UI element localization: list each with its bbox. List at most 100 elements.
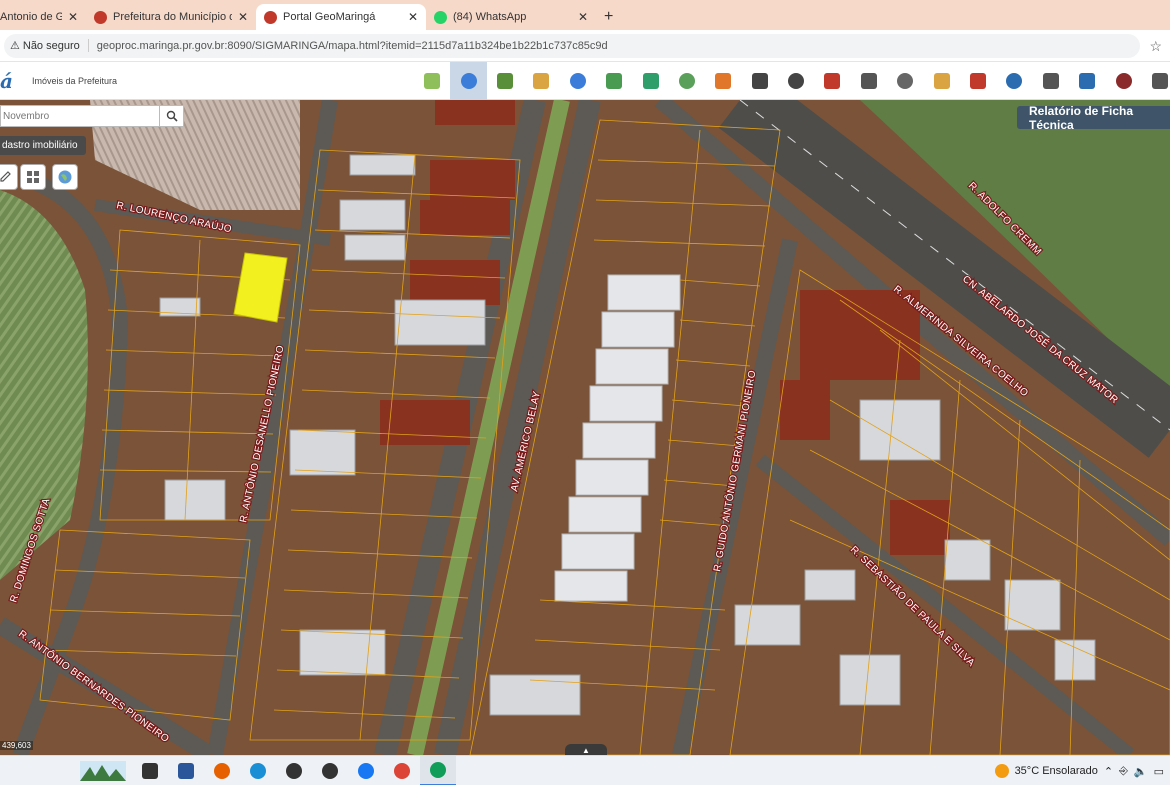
- close-icon[interactable]: ✕: [578, 10, 588, 24]
- address-bar: ⚠ Não seguro geoproc.maringa.pr.gov.br:8…: [0, 30, 1170, 62]
- globe-icon: [58, 170, 72, 184]
- search-icon: [166, 110, 178, 122]
- car-icon: [1006, 73, 1023, 89]
- puzzle-icon: [678, 73, 695, 89]
- aerial-map[interactable]: R. LOURENÇO ARAÚJO R. ANTÔNIO DESANELLO …: [0, 100, 1170, 755]
- network-icon[interactable]: ⎆: [1119, 765, 1128, 778]
- taskbar-button-word[interactable]: [168, 756, 204, 785]
- taskbar-button-task-view[interactable]: [132, 756, 168, 785]
- ruler-icon: [933, 73, 950, 89]
- close-icon[interactable]: ✕: [238, 10, 248, 24]
- weather-icon[interactable]: [994, 764, 1009, 778]
- globe-icon: [642, 73, 659, 89]
- app-toolbar: á Imóveis da Prefeitura: [0, 62, 1170, 100]
- app-logo: á: [0, 68, 13, 93]
- tool-button-pin[interactable]: [814, 62, 850, 100]
- binoculars-icon: [751, 73, 768, 89]
- landscape-widget-icon[interactable]: [80, 761, 126, 781]
- tool-button-binoculars-alt[interactable]: [778, 62, 814, 100]
- app-subtitle: Imóveis da Prefeitura: [32, 75, 118, 86]
- taskbar-button-chrome-profile[interactable]: [420, 756, 456, 785]
- globe-button[interactable]: [52, 164, 78, 190]
- bookmark-star-icon[interactable]: ☆: [1149, 38, 1162, 55]
- volume-icon[interactable]: 🔈: [1134, 765, 1148, 778]
- book-open-icon: [1115, 73, 1132, 89]
- taskbar-button-store[interactable]: [276, 756, 312, 785]
- tool-button-book[interactable]: [596, 62, 632, 100]
- tab-portal-geomaringa[interactable]: Portal GeoMaringá ✕: [256, 4, 426, 30]
- tool-button-expand[interactable]: [1142, 62, 1170, 100]
- layer-label[interactable]: dastro imobiliário: [0, 136, 86, 155]
- taskbar-button-mail[interactable]: [312, 756, 348, 785]
- windows-taskbar: 35°C Ensolarado ⌃ ⎆ 🔈 ▭: [0, 755, 1170, 785]
- chevron-up-icon: ▲: [582, 745, 590, 755]
- map-search: [0, 105, 184, 127]
- expand-icon: [1152, 73, 1168, 89]
- grid-icon: [27, 171, 39, 183]
- edit-tool-button[interactable]: [0, 164, 18, 190]
- weather-text[interactable]: 35°C Ensolarado: [1015, 765, 1098, 777]
- map-view[interactable]: R. LOURENÇO ARAÚJO R. ANTÔNIO DESANELLO …: [0, 100, 1170, 755]
- edge-icon: [250, 763, 266, 779]
- tool-button-people[interactable]: [960, 62, 996, 100]
- prefeitura-favicon-icon: [94, 10, 107, 24]
- layers-icon: [496, 73, 513, 89]
- report-technical-sheet-button[interactable]: Relatório de Ficha Técnica: [1017, 104, 1170, 132]
- close-icon[interactable]: ✕: [68, 10, 78, 24]
- tool-button-search[interactable]: [450, 62, 487, 100]
- search-button[interactable]: [159, 106, 183, 126]
- search-input[interactable]: [1, 106, 159, 126]
- tool-button-draw[interactable]: [523, 62, 559, 100]
- system-tray: 35°C Ensolarado ⌃ ⎆ 🔈 ▭: [994, 756, 1164, 785]
- list-icon: [860, 73, 877, 89]
- tab-title: (84) WhatsApp: [453, 11, 527, 23]
- security-indicator[interactable]: ⚠ Não seguro: [10, 39, 89, 52]
- tool-button-print[interactable]: [1033, 62, 1069, 100]
- tab-title: Prefeitura do Município de Ma: [113, 11, 232, 23]
- tool-button-layers[interactable]: [487, 62, 523, 100]
- tool-button-ruler[interactable]: [923, 62, 959, 100]
- omnibox[interactable]: ⚠ Não seguro geoproc.maringa.pr.gov.br:8…: [4, 33, 1140, 58]
- tab-title: Portal GeoMaringá: [283, 11, 376, 23]
- coordinate-readout: 439,603: [0, 741, 33, 750]
- taskbar-button-firefox[interactable]: [204, 756, 240, 785]
- firefox-icon: [214, 763, 230, 779]
- mail-icon: [322, 763, 338, 779]
- taskbar-button-facebook[interactable]: [348, 756, 384, 785]
- taskbar-button-chrome[interactable]: [384, 756, 420, 785]
- tool-button-globe[interactable]: [632, 62, 668, 100]
- tool-button-list[interactable]: [851, 62, 887, 100]
- tool-button-car[interactable]: [996, 62, 1032, 100]
- word-icon: [178, 763, 194, 779]
- facebook-icon: [358, 763, 374, 779]
- tool-button-pencil[interactable]: [887, 62, 923, 100]
- tool-button-map[interactable]: [414, 62, 450, 100]
- tool-buttons: [414, 62, 1170, 100]
- new-tab-button[interactable]: +: [596, 4, 621, 30]
- tool-button-puzzle[interactable]: [669, 62, 705, 100]
- url-text[interactable]: geoproc.maringa.pr.gov.br:8090/SIGMARING…: [97, 40, 608, 52]
- chrome-icon: [394, 763, 410, 779]
- tab-antonio[interactable]: Antonio de Gar ✕: [0, 4, 86, 30]
- print-icon: [1042, 73, 1059, 89]
- tab-whatsapp[interactable]: (84) WhatsApp ✕: [426, 4, 596, 30]
- chrome-profile-icon: [430, 762, 446, 778]
- map-icon: [424, 73, 441, 89]
- warning-icon: ⚠: [10, 40, 20, 52]
- search-icon: [460, 73, 477, 89]
- book-icon: [606, 73, 623, 89]
- basemap-grid-button[interactable]: [20, 164, 46, 190]
- tool-button-measure[interactable]: [560, 62, 596, 100]
- task-view-icon: [142, 763, 158, 779]
- tab-prefeitura[interactable]: Prefeitura do Município de Ma ✕: [86, 4, 256, 30]
- tool-button-binoculars[interactable]: [742, 62, 778, 100]
- display-icon[interactable]: ▭: [1154, 765, 1164, 778]
- tool-button-world[interactable]: [1069, 62, 1105, 100]
- pencil-icon: [897, 73, 914, 89]
- chevron-up-icon[interactable]: ⌃: [1104, 765, 1113, 778]
- tool-button-target[interactable]: [705, 62, 741, 100]
- close-icon[interactable]: ✕: [408, 10, 418, 24]
- taskbar-button-edge[interactable]: [240, 756, 276, 785]
- security-label: Não seguro: [22, 39, 80, 52]
- tool-button-book-open[interactable]: [1105, 62, 1141, 100]
